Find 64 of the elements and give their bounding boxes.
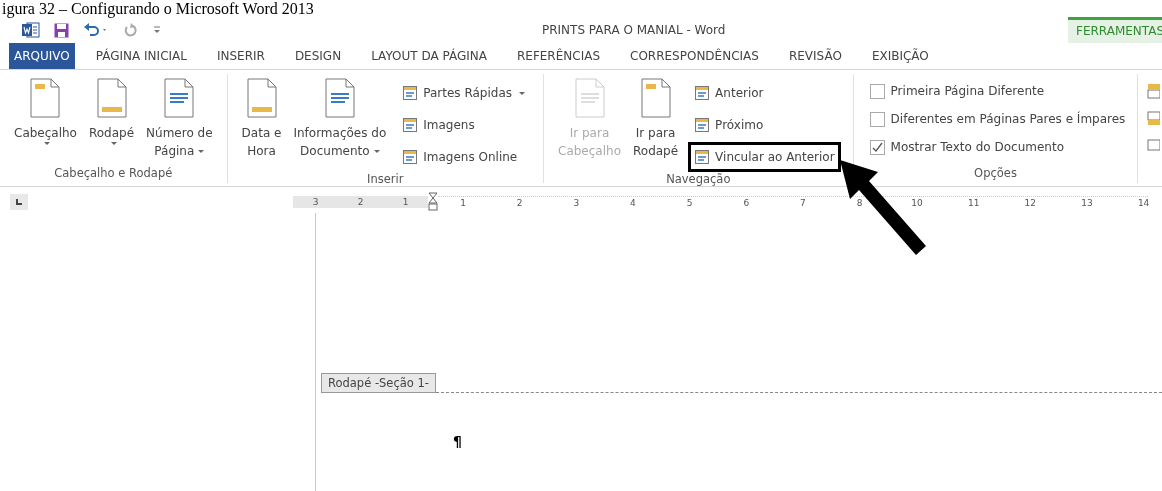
ruler-number: 7 (799, 197, 807, 208)
ruler-number: 3 (572, 197, 581, 208)
document-page-icon (638, 78, 673, 118)
ruler-number: 5 (685, 197, 694, 208)
ribbon-tab[interactable]: REFERÊNCIAS (501, 43, 615, 69)
ruler-number: 8 (855, 197, 864, 208)
ribbon-small-button[interactable]: Imagens (396, 110, 531, 140)
ribbon-large-button[interactable]: Rodapé (86, 78, 137, 145)
footer-section-tag: Rodapé -Seção 1- (321, 373, 436, 393)
paragraph-mark: ¶ (453, 433, 463, 449)
window-title: PRINTS PARA O MANIAL - Word (541, 23, 727, 37)
ribbon-tab[interactable]: EXIBIÇÃO (856, 43, 944, 69)
ribbon-tab[interactable]: REVISÃO (773, 43, 857, 69)
ribbon-tab[interactable]: DESIGN (279, 43, 357, 69)
document-page-icon (244, 78, 279, 118)
ribbon-tab[interactable]: LAYOUT DA PÁGINA (356, 43, 502, 69)
save-icon[interactable] (54, 22, 69, 38)
tab-selector-icon[interactable] (10, 194, 28, 210)
document-page-icon (94, 78, 129, 118)
checkbox[interactable] (869, 139, 885, 155)
ruler-number: 6 (742, 197, 751, 208)
word-logo-icon[interactable] (22, 22, 40, 38)
group-label: Inserir (366, 172, 405, 186)
ribbon-small-button[interactable]: Vincular ao Anterior (688, 142, 841, 172)
document-page-icon (322, 78, 357, 118)
ruler-number: 1 (459, 197, 467, 208)
document-page-icon (572, 78, 607, 118)
ribbon-small-button[interactable]: Imagens Online (396, 142, 531, 172)
ribbon-tab[interactable]: ARQUIVO (9, 43, 75, 69)
group-label: Opções (973, 166, 1018, 182)
ribbon-tab[interactable]: INSERIR (201, 43, 280, 69)
ruler-number: 4 (629, 197, 637, 208)
ribbon-large-button[interactable]: Ir para Rodapé (631, 78, 681, 160)
ruler-number: 12 (1024, 197, 1035, 208)
group-label: Navegação (665, 172, 732, 186)
ribbon-checkbox[interactable]: Diferentes em Páginas Pares e Ímpares (865, 106, 1126, 132)
ruler-number: 14 (1137, 197, 1148, 208)
figure-caption: igura 32 – Configurando o Microsoft Word 2013 (1, 0, 315, 17)
ruler-number: 2 (356, 197, 365, 207)
undo-icon[interactable] (83, 23, 109, 37)
ribbon-checkbox[interactable]: Primeira Página Diferente (865, 78, 1126, 104)
ribbon-large-button[interactable]: Número de Página (144, 78, 215, 160)
ribbon-large-button[interactable]: Informações do Documento (291, 78, 389, 160)
ribbon-small-button[interactable]: Anterior (688, 78, 841, 108)
ribbon-large-button[interactable]: Cabeçalho (12, 78, 79, 145)
ruler-number: 3 (311, 197, 320, 207)
group-label: Cabeçalho e Rodapé (53, 166, 174, 182)
ribbon-large-button[interactable]: Data e Hora (239, 78, 284, 160)
ruler-number: 2 (515, 197, 524, 208)
document-page-icon (28, 78, 63, 118)
ribbon-small-button[interactable]: Próximo (688, 110, 841, 140)
checkbox[interactable] (869, 111, 885, 127)
ribbon-tab[interactable]: PÁGINA INICIAL (80, 43, 202, 69)
checkbox[interactable] (869, 83, 885, 99)
ruler-number: 10 (911, 197, 922, 208)
ruler-number: 11 (967, 197, 978, 208)
ruler-number: 1 (401, 197, 410, 207)
ribbon-tab[interactable]: CORRESPONDÊNCIAS (615, 43, 774, 69)
ribbon-checkbox[interactable]: Mostrar Texto do Documento (865, 134, 1126, 160)
ruler-number: 13 (1081, 197, 1092, 208)
ribbon-small-button[interactable]: Partes Rápidas (396, 78, 531, 108)
indent-marker-icon[interactable] (428, 192, 438, 212)
customize-caret-icon[interactable] (153, 26, 161, 34)
document-page-icon (162, 78, 197, 118)
